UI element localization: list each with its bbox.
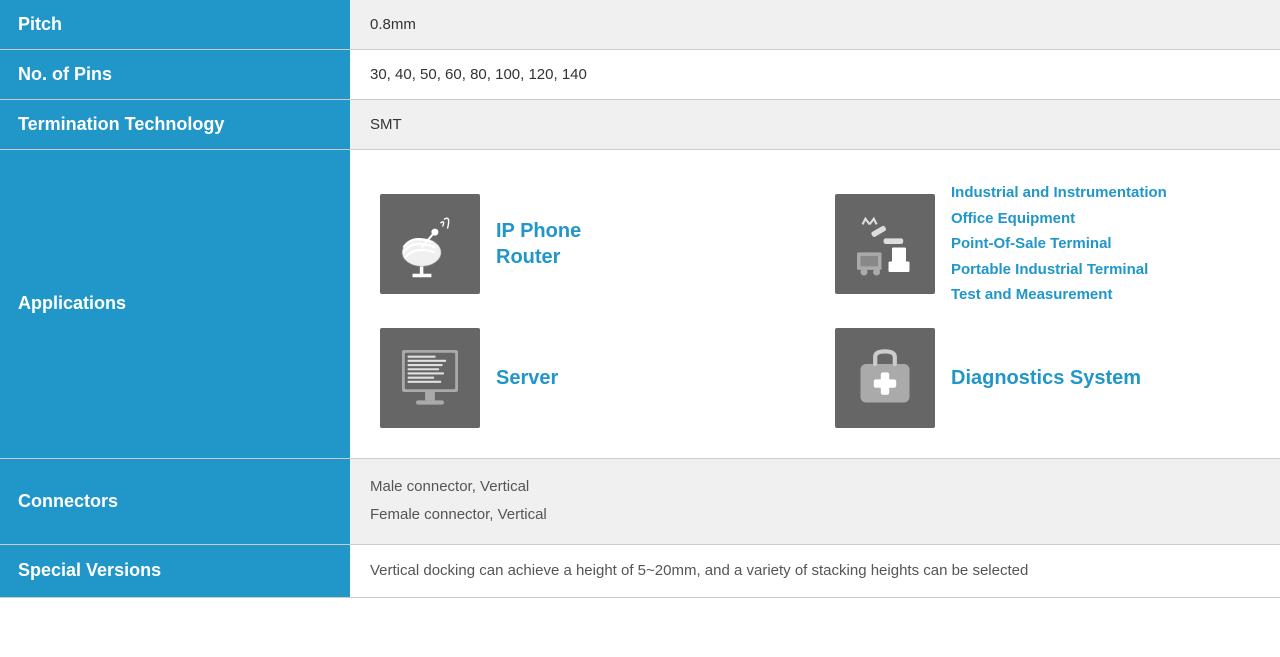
termination-label: Termination Technology [0,100,350,150]
special-versions-row: Special Versions Vertical docking can ac… [0,544,1280,597]
ip-phone-label: IP PhoneRouter [496,218,581,270]
applications-row: Applications [0,150,1280,459]
diagnostics-label: Diagnostics System [951,365,1141,391]
no-of-pins-row: No. of Pins 30, 40, 50, 60, 80, 100, 120… [0,50,1280,100]
connectors-row: Connectors Male connector, Vertical Fema… [0,458,1280,544]
connectors-text: Male connector, Vertical Female connecto… [370,473,1260,530]
connectors-value: Male connector, Vertical Female connecto… [350,458,1280,544]
pitch-label: Pitch [0,0,350,50]
industrial-icon [835,194,935,294]
app-item-diagnostics: Diagnostics System [835,328,1250,428]
pitch-row: Pitch 0.8mm [0,0,1280,50]
diagnostics-icon [835,328,935,428]
connectors-label: Connectors [0,458,350,544]
app-item-server: Server [380,328,795,428]
server-label: Server [496,365,558,391]
server-icon [380,328,480,428]
applications-label: Applications [0,150,350,459]
special-versions-text: Vertical docking can achieve a height of… [370,559,1260,583]
special-versions-label: Special Versions [0,544,350,597]
industrial-label: Industrial and Instrumentation Office Eq… [951,180,1167,308]
no-of-pins-label: No. of Pins [0,50,350,100]
applications-grid: IP PhoneRouter [370,160,1260,448]
no-of-pins-value: 30, 40, 50, 60, 80, 100, 120, 140 [350,50,1280,100]
app-item-industrial: Industrial and Instrumentation Office Eq… [835,180,1250,308]
pitch-value: 0.8mm [350,0,1280,50]
termination-row: Termination Technology SMT [0,100,1280,150]
app-item-ip-phone: IP PhoneRouter [380,180,795,308]
special-versions-value: Vertical docking can achieve a height of… [350,544,1280,597]
applications-value: IP PhoneRouter [350,150,1280,459]
termination-value: SMT [350,100,1280,150]
satellite-dish-icon [380,194,480,294]
